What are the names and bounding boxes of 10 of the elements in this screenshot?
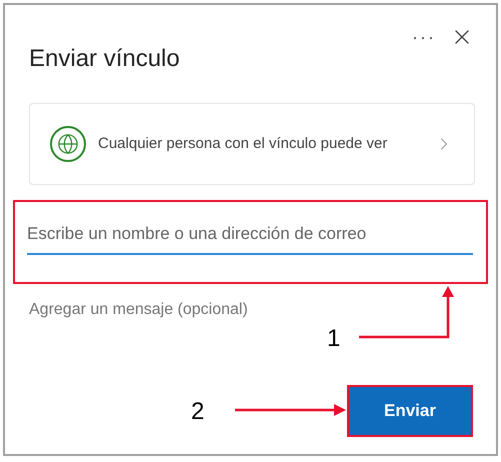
dialog-title: Enviar vínculo [29, 44, 180, 74]
message-field[interactable]: Agregar un mensaje (opcional) [29, 295, 329, 325]
link-permission-option[interactable]: Cualquier persona con el vínculo puede ver [29, 103, 475, 185]
callout-number: 1 [327, 327, 340, 351]
recipient-field[interactable]: Escribe un nombre o una dirección de correo [27, 215, 473, 255]
send-button[interactable]: Enviar [347, 385, 473, 437]
more-options-button[interactable]: ··· [412, 28, 436, 46]
callout-number: 2 [191, 400, 204, 424]
permission-text: Cualquier persona con el vínculo puede ver [98, 134, 388, 154]
globe-icon [50, 126, 86, 162]
